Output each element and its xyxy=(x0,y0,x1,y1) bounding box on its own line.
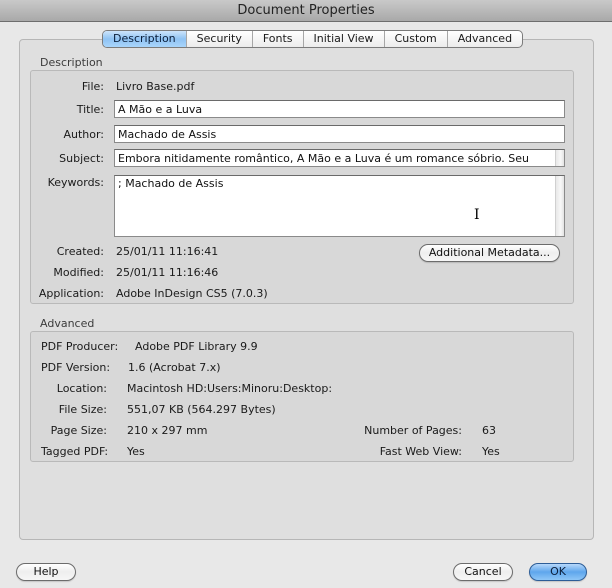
advanced-group-label: Advanced xyxy=(40,317,95,330)
application-label: Application: xyxy=(38,287,104,300)
tab-initial-view[interactable]: Initial View xyxy=(304,31,385,47)
keywords-label: Keywords: xyxy=(47,176,104,189)
pdf-version-value: 1.6 (Acrobat 7.x) xyxy=(128,361,221,374)
description-group-label: Description xyxy=(40,56,103,69)
tagged-pdf-label: Tagged PDF: xyxy=(41,445,109,458)
modified-label: Modified: xyxy=(53,266,104,279)
tab-custom[interactable]: Custom xyxy=(385,31,448,47)
pdf-version-label: PDF Version: xyxy=(41,361,111,374)
tab-bar: Description Security Fonts Initial View … xyxy=(102,30,524,48)
keywords-input[interactable]: ; Machado de Assis xyxy=(114,175,565,237)
subject-label: Subject: xyxy=(59,152,104,165)
page-size-value: 210 x 297 mm xyxy=(127,424,208,437)
subject-input[interactable]: Embora nitidamente romântico, A Mão e a … xyxy=(114,149,565,167)
fast-web-view-value: Yes xyxy=(482,445,500,458)
tab-advanced[interactable]: Advanced xyxy=(448,31,522,47)
modified-value: 25/01/11 11:16:46 xyxy=(116,266,219,279)
number-of-pages-value: 63 xyxy=(482,424,496,437)
text-cursor-icon: I xyxy=(474,207,480,223)
number-of-pages-label: Number of Pages: xyxy=(364,424,462,437)
location-label: Location: xyxy=(56,382,107,395)
created-value: 25/01/11 11:16:41 xyxy=(116,245,219,258)
created-label: Created: xyxy=(56,245,104,258)
title-label: Title: xyxy=(76,103,104,116)
file-label: File: xyxy=(81,80,104,93)
cancel-button[interactable]: Cancel xyxy=(453,563,513,581)
tagged-pdf-value: Yes xyxy=(127,445,145,458)
help-button[interactable]: Help xyxy=(16,563,76,581)
window-title: Document Properties xyxy=(237,3,375,18)
file-value: Livro Base.pdf xyxy=(116,80,195,93)
title-input[interactable]: A Mão e a Luva xyxy=(114,100,565,118)
pdf-producer-label: PDF Producer: xyxy=(41,340,119,353)
author-label: Author: xyxy=(63,128,104,141)
window-titlebar: Document Properties xyxy=(0,0,612,22)
tab-fonts[interactable]: Fonts xyxy=(253,31,304,47)
file-size-label: File Size: xyxy=(58,403,107,416)
location-value: Macintosh HD:Users:Minoru:Desktop: xyxy=(127,382,333,395)
tab-security[interactable]: Security xyxy=(187,31,253,47)
ok-button[interactable]: OK xyxy=(529,563,587,581)
page-size-label: Page Size: xyxy=(50,424,107,437)
subject-text: Embora nitidamente romântico, A Mão e a … xyxy=(118,152,529,165)
fast-web-view-label: Fast Web View: xyxy=(379,445,462,458)
subject-scrollbar[interactable] xyxy=(555,150,564,166)
additional-metadata-button[interactable]: Additional Metadata... xyxy=(419,244,560,262)
file-size-value: 551,07 KB (564.297 Bytes) xyxy=(127,403,276,416)
application-value: Adobe InDesign CS5 (7.0.3) xyxy=(116,287,268,300)
keywords-scrollbar[interactable] xyxy=(555,176,564,236)
tab-description[interactable]: Description xyxy=(103,31,187,47)
keywords-text: ; Machado de Assis xyxy=(118,177,224,190)
pdf-producer-value: Adobe PDF Library 9.9 xyxy=(135,340,258,353)
author-input[interactable]: Machado de Assis xyxy=(114,125,565,143)
